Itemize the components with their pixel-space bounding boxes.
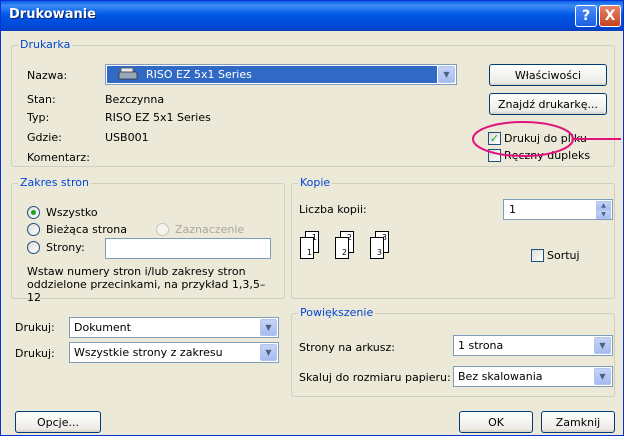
status-label: Stan: — [27, 93, 56, 106]
page-range-hint: Wstaw numery stron i/lub zakresy stron o… — [27, 265, 266, 304]
current-page-radio[interactable] — [27, 223, 40, 236]
print-range-select[interactable]: Wszystkie strony z zakresu ▼ — [69, 342, 279, 363]
zoom-group-label: Powiększenie — [298, 306, 376, 319]
printer-group-label: Drukarka — [18, 38, 73, 51]
print-dialog: Drukowanie ? X Drukarka Nazwa: RISO EZ 5… — [0, 0, 624, 436]
annotation-ellipse — [472, 121, 621, 157]
print-range-label: Drukuj: — [15, 347, 55, 360]
collate-checkbox[interactable] — [531, 249, 544, 262]
find-printer-button[interactable]: Znajdź drukarkę... — [489, 93, 607, 115]
scale-label: Skaluj do rozmiaru papieru: — [299, 371, 451, 384]
pages-radio[interactable] — [27, 241, 40, 254]
ok-button[interactable]: OK — [459, 411, 533, 433]
where-value: USB001 — [105, 131, 149, 144]
scale-select[interactable]: Bez skalowania ▼ — [453, 366, 613, 387]
scale-value: Bez skalowania — [458, 370, 543, 383]
properties-button[interactable]: Właściwości — [489, 64, 607, 86]
comment-label: Komentarz: — [27, 151, 90, 164]
type-value: RISO EZ 5x1 Series — [105, 111, 211, 124]
pages-per-sheet-value: 1 strona — [458, 339, 504, 352]
window-title: Drukowanie — [9, 7, 96, 22]
options-button[interactable]: Opcje... — [15, 411, 101, 433]
help-button[interactable]: ? — [575, 5, 597, 27]
print-what-label: Drukuj: — [15, 321, 55, 334]
printer-name-label: Nazwa: — [27, 69, 68, 82]
printer-name-select[interactable]: RISO EZ 5x1 Series ▼ — [105, 64, 457, 85]
selection-label: Zaznaczenie — [175, 223, 245, 236]
copies-count-value: 1 — [509, 203, 516, 216]
selection-radio — [156, 223, 169, 236]
copies-group-label: Kopie — [298, 176, 333, 189]
print-what-select[interactable]: Dokument ▼ — [69, 317, 279, 338]
printer-icon — [118, 67, 138, 81]
print-what-value: Dokument — [74, 321, 131, 334]
all-pages-label[interactable]: Wszystko — [46, 206, 98, 219]
pages-input[interactable] — [105, 238, 271, 259]
copy-page: 3 — [370, 237, 384, 259]
where-label: Gdzie: — [27, 131, 62, 144]
close-window-button[interactable]: X — [599, 5, 621, 27]
status-value: Bezczynna — [105, 93, 165, 106]
print-range-value: Wszystkie strony z zakresu — [74, 346, 223, 359]
pages-label[interactable]: Strony: — [46, 241, 85, 254]
chevron-down-icon[interactable]: ▼ — [438, 66, 455, 83]
page-range-group-label: Zakres stron — [18, 176, 91, 189]
current-page-label[interactable]: Bieżąca strona — [46, 223, 127, 236]
spin-up-icon[interactable]: ▲ — [596, 201, 611, 210]
close-button[interactable]: Zamknij — [541, 411, 615, 433]
title-bar[interactable]: Drukowanie ? X — [1, 1, 623, 31]
chevron-down-icon[interactable]: ▼ — [594, 368, 611, 385]
chevron-down-icon[interactable]: ▼ — [260, 344, 277, 361]
spin-down-icon[interactable]: ▼ — [596, 210, 611, 219]
chevron-down-icon[interactable]: ▼ — [260, 319, 277, 336]
copy-page: 1 — [300, 237, 314, 259]
chevron-down-icon[interactable]: ▼ — [594, 337, 611, 354]
collate-label[interactable]: Sortuj — [547, 249, 580, 262]
copies-count-input[interactable]: 1 ▲ ▼ — [503, 199, 613, 220]
type-label: Typ: — [27, 111, 50, 124]
copy-page: 2 — [335, 237, 349, 259]
pages-per-sheet-label: Strony na arkusz: — [299, 341, 395, 354]
printer-name-value: RISO EZ 5x1 Series — [146, 68, 252, 81]
pages-per-sheet-select[interactable]: 1 strona ▼ — [453, 335, 613, 356]
copies-count-label: Liczba kopii: — [299, 203, 367, 216]
all-pages-radio[interactable] — [27, 206, 40, 219]
